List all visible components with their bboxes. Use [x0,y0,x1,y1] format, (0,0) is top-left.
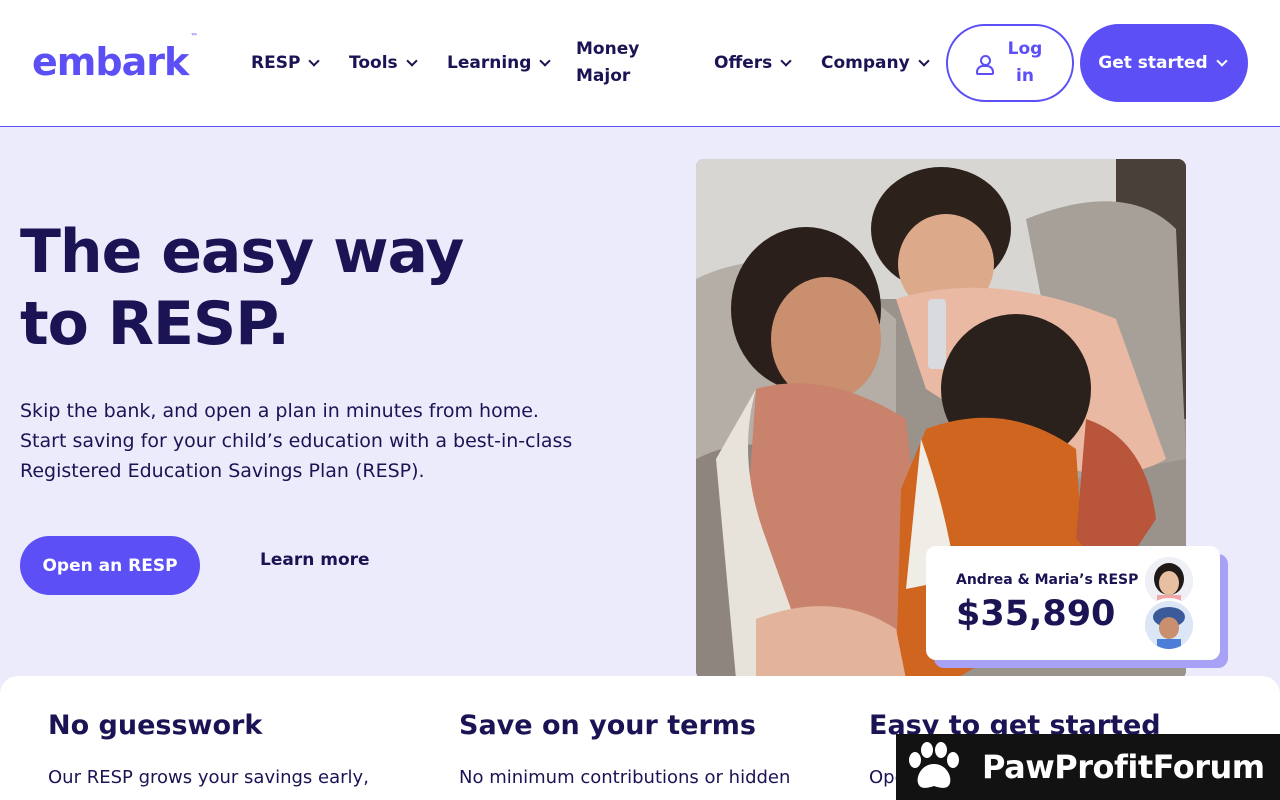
chevron-down-icon [780,55,792,67]
hero-title-line: to RESP. [20,289,290,359]
get-started-label: Get started [1098,52,1208,73]
nav-item-tools[interactable]: Tools [349,0,418,126]
feature-no-guesswork: No guesswork Our RESP grows your savings… [48,710,408,793]
nav-label: Offers [714,53,773,73]
watermark-text: PawProfitForum [982,748,1265,786]
resp-card-amount: $35,890 [956,594,1116,634]
nav-item-learning[interactable]: Learning [447,0,552,126]
site-header: embark™ RESP Tools Learning Money Major … [0,0,1280,127]
nav-item-resp[interactable]: RESP [251,0,321,126]
child-avatar [1142,598,1196,652]
chevron-down-icon [1216,55,1228,67]
feature-save-on-your-terms: Save on your terms No minimum contributi… [459,710,819,793]
user-icon [975,54,994,75]
hero-title: The easy way to RESP. [20,216,464,360]
learn-more-link[interactable]: Learn more [260,550,370,570]
paw-icon [904,740,964,794]
feature-title: Save on your terms [459,710,756,741]
chevron-down-icon [308,55,321,67]
hero-subtitle-line: Start saving for your child’s education … [20,430,573,452]
hero-title-line: The easy way [20,217,464,287]
hero-subtitle-line: Registered Education Savings Plan (RESP)… [20,460,425,482]
nav-label: Money Major [576,39,640,86]
login-button[interactable]: Log in [946,24,1074,102]
login-label: Log in [1007,39,1043,86]
resp-card-label: Andrea & Maria’s RESP [956,572,1139,588]
resp-balance-card: Andrea & Maria’s RESP $35,890 [926,546,1220,660]
chevron-down-icon [918,55,930,67]
pawprofitforum-watermark: PawProfitForum [896,734,1280,800]
nav-item-offers[interactable]: Offers [714,0,792,126]
nav-item-money-major[interactable]: Money Major [576,0,666,126]
logo-trademark: ™ [190,32,198,42]
nav-label: Learning [447,53,532,73]
nav-item-company[interactable]: Company [821,0,930,126]
hero-subtitle-line: Skip the bank, and open a plan in minute… [20,400,539,422]
feature-text: Our RESP grows your savings early, [48,767,369,788]
embark-logo[interactable]: embark™ [32,32,198,84]
get-started-button[interactable]: Get started [1080,24,1248,102]
nav-label: Tools [349,53,398,73]
chevron-down-icon [405,55,418,67]
logo-text: embark [32,40,189,84]
chevron-down-icon [539,55,552,67]
nav-label: RESP [251,53,301,73]
nav-label: Company [821,53,910,73]
feature-text: No minimum contributions or hidden [459,767,791,788]
open-resp-button[interactable]: Open an RESP [20,536,200,595]
feature-title: No guesswork [48,710,263,741]
hero-subtitle: Skip the bank, and open a plan in minute… [20,396,620,486]
